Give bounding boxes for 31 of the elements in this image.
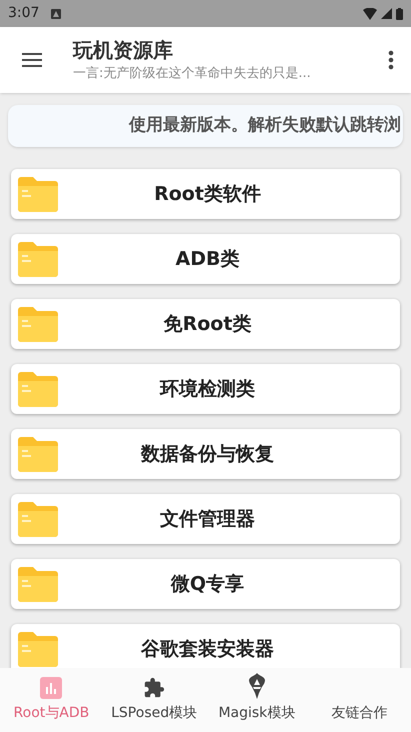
folder-icon <box>16 306 60 342</box>
folder-item[interactable]: 免Root类 <box>11 299 400 349</box>
folder-icon <box>16 241 60 277</box>
folder-item[interactable]: 微Q专享 <box>11 559 400 609</box>
folder-icon <box>16 436 60 472</box>
bar-chart-icon <box>40 677 62 699</box>
app-title: 玩机资源库 <box>73 37 174 64</box>
notice-text: 使用最新版本。解析失败默认跳转浏 <box>129 114 401 138</box>
signal-icon <box>381 8 392 19</box>
folder-icon <box>16 631 60 667</box>
app-subtitle: 一言:无产阶级在这个革命中失去的只是... <box>73 65 312 83</box>
status-time: 3:07 <box>8 4 40 23</box>
folder-item[interactable]: ADB类 <box>11 234 400 284</box>
folder-icon <box>16 371 60 407</box>
folder-icon <box>16 566 60 602</box>
wifi-icon <box>363 8 377 20</box>
nav-tab[interactable]: Magisk模块 <box>206 668 308 732</box>
folder-item[interactable]: 数据备份与恢复 <box>11 429 400 479</box>
more-vertical-icon <box>388 50 394 70</box>
notification-icon <box>51 8 62 18</box>
menu-icon <box>22 53 42 67</box>
nav-tab[interactable]: LSPosed模块 <box>102 668 206 732</box>
puzzle-icon <box>143 677 166 699</box>
battery-icon <box>396 8 403 20</box>
folder-icon <box>16 176 60 212</box>
folder-icon <box>16 501 60 537</box>
nav-tab[interactable]: 友链合作 <box>308 668 411 732</box>
folder-item[interactable]: 文件管理器 <box>11 494 400 544</box>
folder-item[interactable]: 环境检测类 <box>11 364 400 414</box>
folder-item[interactable]: 谷歌套装安装器 <box>11 624 400 668</box>
folder-item[interactable]: Root类软件 <box>11 169 400 219</box>
